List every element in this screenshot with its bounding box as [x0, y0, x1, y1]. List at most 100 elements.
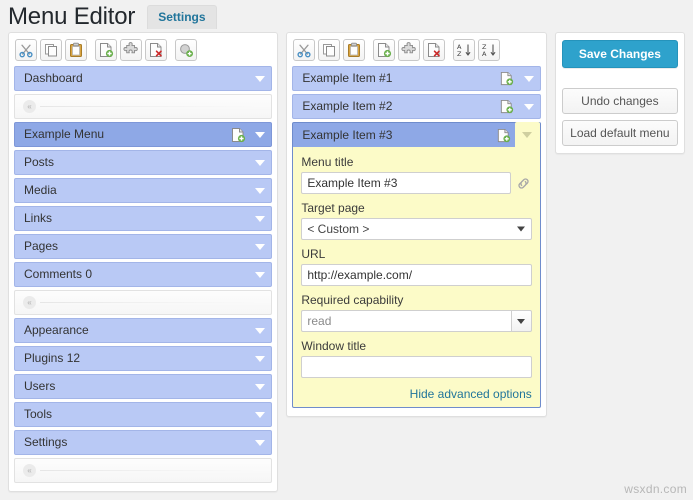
- menu-title-input[interactable]: [301, 172, 511, 194]
- menu-row-toggle[interactable]: [249, 347, 271, 370]
- menu-row-toggle[interactable]: [249, 403, 271, 426]
- sort-desc-button[interactable]: ZA: [478, 39, 501, 61]
- show-hidden-button[interactable]: [175, 39, 197, 61]
- menu-row-toggle[interactable]: [249, 179, 271, 202]
- menu-row-label: Media: [24, 183, 57, 197]
- field-target-page: Target page < Custom >: [301, 201, 532, 240]
- menu-row-toggle[interactable]: [249, 67, 271, 90]
- capability-input[interactable]: [301, 310, 511, 332]
- submenu-row-label: Example Item #2: [302, 99, 393, 113]
- menu-row-label: Links: [24, 211, 53, 225]
- submenu-row[interactable]: Example Item #2: [292, 94, 541, 119]
- menu-row[interactable]: Media: [14, 178, 273, 203]
- collapse-icon: «: [23, 464, 36, 477]
- menu-row[interactable]: Posts: [14, 150, 273, 175]
- menu-row[interactable]: Tools: [14, 402, 273, 427]
- save-changes-button[interactable]: Save Changes: [561, 40, 678, 68]
- new-separator-button[interactable]: [398, 39, 421, 61]
- submenu-row-toggle[interactable]: [518, 95, 540, 118]
- bullet-add-icon: [178, 42, 194, 58]
- delete-item-button[interactable]: [423, 39, 446, 61]
- submenu-row-collapse-toggle[interactable]: [514, 122, 540, 147]
- collapse-icon: «: [23, 100, 36, 113]
- menu-row-toggle[interactable]: [249, 319, 271, 342]
- page-header: Menu Editor Settings: [0, 0, 693, 32]
- menu-row[interactable]: Example Menu: [14, 122, 273, 147]
- page-add-icon: [498, 98, 516, 116]
- paste-button[interactable]: [343, 39, 366, 61]
- menu-row-label: Comments 0: [24, 267, 93, 281]
- page-delete-icon: [148, 42, 164, 58]
- menu-row[interactable]: Users: [14, 374, 273, 399]
- menu-item-list: Dashboard « Example Menu Posts Media Links Pag…: [14, 66, 273, 483]
- copy-button[interactable]: [318, 39, 341, 61]
- menu-row-toggle[interactable]: [249, 151, 271, 174]
- chevron-down-icon: [516, 226, 525, 232]
- menu-separator-row[interactable]: «: [14, 94, 273, 119]
- menu-title-label: Menu title: [301, 155, 354, 169]
- page-add-icon: [98, 42, 114, 58]
- menu-separator-row[interactable]: «: [14, 290, 273, 315]
- menu-row[interactable]: Settings: [14, 430, 273, 455]
- menu-row[interactable]: Plugins 12: [14, 346, 273, 371]
- submenu-row-expanded[interactable]: Example Item #3: [292, 122, 541, 147]
- field-url: URL: [301, 247, 532, 286]
- submenu-row-label: Example Item #1: [302, 71, 393, 85]
- menu-row-label: Settings: [24, 435, 68, 449]
- svg-text:A: A: [482, 50, 487, 58]
- advanced-options-row: Hide advanced options: [301, 385, 532, 401]
- field-menu-title: Menu title: [301, 155, 531, 194]
- tab-settings[interactable]: Settings: [147, 5, 217, 29]
- submenu-row-label: Example Item #3: [302, 127, 393, 142]
- copy-button[interactable]: [40, 39, 62, 61]
- new-item-button[interactable]: [373, 39, 396, 61]
- cut-button[interactable]: [15, 39, 37, 61]
- menu-row-toggle[interactable]: [249, 263, 271, 286]
- menu-row-label: Pages: [24, 239, 59, 253]
- page-add-icon: [495, 126, 513, 144]
- capability-dropdown-button[interactable]: [510, 310, 532, 332]
- menu-row-label: Tools: [24, 407, 53, 421]
- menu-row[interactable]: Pages: [14, 234, 273, 259]
- scissors-icon: [296, 42, 312, 58]
- menu-separator-row[interactable]: «: [14, 458, 273, 483]
- cut-button[interactable]: [293, 39, 316, 61]
- separator-line: [40, 106, 264, 107]
- actions-panel: Save Changes Undo changes Load default m…: [554, 32, 685, 154]
- field-window-title: Window title: [301, 339, 532, 378]
- menu-row-toggle[interactable]: [249, 375, 271, 398]
- sort-asc-button[interactable]: AZ: [453, 39, 476, 61]
- menu-row-toggle[interactable]: [249, 235, 271, 258]
- svg-text:Z: Z: [457, 50, 462, 58]
- menu-row-label: Posts: [24, 155, 55, 169]
- menu-row-toggle[interactable]: [249, 431, 271, 454]
- new-menu-button[interactable]: [95, 39, 117, 61]
- menu-row-label: Appearance: [24, 323, 89, 337]
- separator-line: [40, 470, 264, 471]
- delete-menu-button[interactable]: [145, 39, 167, 61]
- menu-row[interactable]: Dashboard: [14, 66, 273, 91]
- menu-row[interactable]: Appearance: [14, 318, 273, 343]
- menu-row-toggle[interactable]: [249, 207, 271, 230]
- hide-advanced-options-link[interactable]: Hide advanced options: [410, 387, 532, 401]
- submenu-row[interactable]: Example Item #1: [292, 66, 541, 91]
- undo-changes-button[interactable]: Undo changes: [561, 88, 678, 114]
- url-input[interactable]: [301, 264, 532, 286]
- tab-strip: Settings: [147, 5, 217, 29]
- window-title-input[interactable]: [301, 356, 532, 378]
- menu-row[interactable]: Links: [14, 206, 273, 231]
- chevron-down-icon: [517, 318, 526, 324]
- menu-row[interactable]: Comments 0: [14, 262, 273, 287]
- submenu-row-toggle[interactable]: [518, 67, 540, 90]
- link-icon[interactable]: [515, 175, 532, 192]
- menu-row-label: Dashboard: [24, 71, 83, 85]
- paste-button[interactable]: [65, 39, 87, 61]
- menu-row-toggle[interactable]: [249, 123, 271, 146]
- target-page-select[interactable]: < Custom >: [301, 218, 532, 240]
- load-default-menu-button[interactable]: Load default menu: [561, 120, 678, 146]
- menu-row-label: Example Menu: [24, 127, 105, 141]
- clipboard-icon: [68, 42, 84, 58]
- new-separator-button[interactable]: [120, 39, 142, 61]
- page-add-icon: [498, 70, 516, 88]
- page-add-icon: [229, 126, 247, 144]
